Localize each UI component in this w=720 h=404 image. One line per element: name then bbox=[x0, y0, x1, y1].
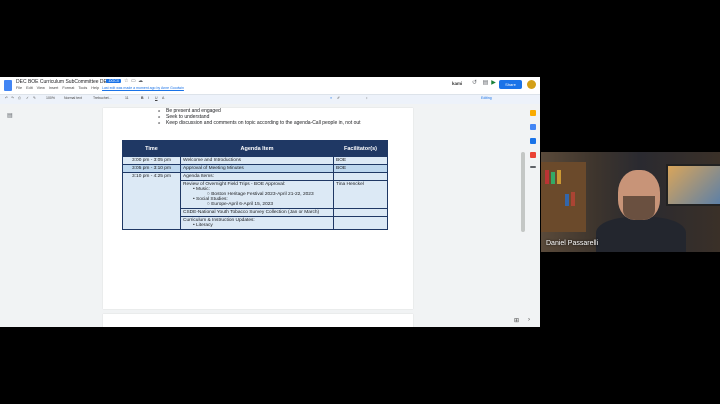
menu-format[interactable]: Format bbox=[62, 86, 74, 90]
bookshelf bbox=[541, 162, 586, 232]
line-spacing-icon[interactable]: ↕ bbox=[366, 96, 368, 100]
side-panel bbox=[530, 110, 538, 176]
book bbox=[551, 172, 555, 184]
menu-tools[interactable]: Tools bbox=[78, 86, 87, 90]
spellcheck-icon[interactable]: ✓ bbox=[26, 96, 29, 100]
paint-format-icon[interactable]: ✎ bbox=[33, 96, 36, 100]
title-bar: DEC BOE Curriculum SubCommittee DEC... .… bbox=[0, 77, 540, 94]
underline-button[interactable]: U bbox=[155, 96, 158, 100]
participant-name: Daniel Passarelli bbox=[546, 240, 599, 247]
vertical-scrollbar[interactable] bbox=[521, 152, 525, 232]
menu-view[interactable]: View bbox=[37, 86, 45, 90]
agenda-cell[interactable]: CSDE-National Youth Tobacco Survey Colle… bbox=[180, 208, 334, 217]
align-icon[interactable]: ≡ bbox=[330, 96, 332, 100]
undo-icon[interactable]: ↶ bbox=[5, 96, 8, 100]
redo-icon[interactable]: ↷ bbox=[11, 96, 14, 100]
bold-button[interactable]: B bbox=[141, 96, 144, 100]
book bbox=[545, 170, 549, 184]
agenda-cell[interactable]: Agenda Items: bbox=[180, 172, 334, 181]
style-select[interactable]: Normal text bbox=[64, 96, 82, 100]
book bbox=[571, 192, 575, 206]
meet-icon[interactable]: ▶ bbox=[490, 80, 497, 87]
facilitator-cell[interactable]: BOE bbox=[333, 164, 388, 173]
move-folder-icon[interactable]: ▭ bbox=[131, 78, 136, 84]
table-row: 3:00 pm - 3:05 pm Welcome and Introducti… bbox=[122, 156, 388, 165]
header-time: Time bbox=[122, 140, 181, 157]
share-button[interactable]: Share bbox=[499, 80, 522, 89]
menu-file[interactable]: File bbox=[16, 86, 22, 90]
editing-mode-select[interactable]: Editing bbox=[481, 96, 492, 100]
comment-icon[interactable]: ▤ bbox=[482, 80, 489, 87]
agenda-cell-field-trips[interactable]: Review of Overnight Field Trips - BOE Ap… bbox=[180, 180, 334, 209]
docx-badge: .DOCX bbox=[106, 79, 122, 83]
header-facilitator: Facilitator(s) bbox=[333, 140, 388, 157]
facilitator-cell[interactable] bbox=[333, 216, 388, 230]
cloud-status-icon[interactable]: ☁ bbox=[138, 78, 143, 84]
person-beard bbox=[623, 196, 655, 220]
last-edit-link[interactable]: Last edit was made a moment ago by Anne … bbox=[102, 86, 184, 90]
document-page[interactable]: Be present and engaged Seek to understan… bbox=[103, 108, 413, 309]
agenda-cell[interactable]: Approval of Meeting Minutes bbox=[180, 164, 334, 173]
time-cell[interactable]: 3:05 pm - 3:10 pm bbox=[122, 164, 181, 173]
star-icon[interactable]: ☆ bbox=[124, 78, 128, 84]
zoom-select[interactable]: 100% bbox=[46, 96, 55, 100]
font-select[interactable]: Trebuchet... bbox=[93, 96, 112, 100]
menu-edit[interactable]: Edit bbox=[26, 86, 33, 90]
curriculum-item-text: Literacy bbox=[196, 223, 213, 228]
menu-insert[interactable]: Insert bbox=[49, 86, 59, 90]
account-avatar[interactable] bbox=[527, 80, 536, 89]
document-outline-icon[interactable]: ▤ bbox=[7, 112, 13, 119]
kami-extension[interactable]: kami bbox=[452, 81, 462, 86]
facilitator-cell[interactable]: Tina Henckel bbox=[333, 180, 388, 209]
facilitator-cell[interactable] bbox=[333, 172, 388, 181]
list-item: Keep discussion and comments on topic ac… bbox=[158, 120, 361, 126]
formatting-toolbar: ↶ ↷ ⎙ ✓ ✎ 100% Normal text Trebuchet... … bbox=[0, 94, 540, 104]
highlight-icon[interactable]: ✐ bbox=[337, 96, 340, 100]
docs-logo-icon[interactable] bbox=[4, 80, 12, 91]
add-on-icon[interactable] bbox=[530, 166, 536, 168]
curriculum-item: • Literacy bbox=[193, 223, 213, 228]
contacts-icon[interactable] bbox=[530, 138, 536, 144]
text-color-icon[interactable]: A bbox=[162, 96, 164, 100]
menu-help[interactable]: Help bbox=[91, 86, 99, 90]
agenda-cell-curriculum[interactable]: Curriculum & Instruction Updates: • Lite… bbox=[180, 216, 334, 230]
maps-icon[interactable] bbox=[530, 152, 536, 158]
font-size-input[interactable]: 11 bbox=[125, 96, 129, 100]
next-page[interactable] bbox=[103, 314, 413, 327]
menu-bar: File Edit View Insert Format Tools Help bbox=[16, 86, 99, 90]
table-header-row: Time Agenda Item Facilitator(s) bbox=[122, 140, 388, 157]
table-row: 3:10 pm - 4:25 pm Agenda Items: bbox=[122, 172, 388, 230]
keep-icon[interactable] bbox=[530, 110, 536, 116]
facilitator-cell[interactable]: BOE bbox=[333, 156, 388, 165]
time-cell[interactable]: 3:00 pm - 3:05 pm bbox=[122, 156, 181, 165]
norms-list: Be present and engaged Seek to understan… bbox=[158, 108, 361, 126]
italic-button[interactable]: I bbox=[148, 96, 149, 100]
agenda-cell[interactable]: Welcome and Introductions bbox=[180, 156, 334, 165]
table-row: 3:05 pm - 3:10 pm Approval of Meeting Mi… bbox=[122, 164, 388, 173]
tasks-icon[interactable] bbox=[530, 124, 536, 130]
book bbox=[565, 194, 569, 206]
person-body bbox=[596, 217, 686, 252]
explore-icon[interactable]: ⊞ bbox=[514, 317, 519, 324]
document-title[interactable]: DEC BOE Curriculum SubCommittee DEC... bbox=[16, 79, 115, 85]
time-cell[interactable]: 3:10 pm - 4:25 pm bbox=[122, 172, 181, 230]
history-icon[interactable]: ↺ bbox=[471, 80, 478, 87]
book bbox=[557, 170, 561, 184]
wall-picture bbox=[666, 164, 720, 206]
webcam-video: Daniel Passarelli bbox=[541, 152, 720, 252]
docs-window: DEC BOE Curriculum SubCommittee DEC... .… bbox=[0, 77, 540, 327]
facilitator-cell[interactable] bbox=[333, 208, 388, 217]
social-item-text: Europe-April 6-April 15, 2023 bbox=[211, 202, 274, 207]
social-item: ○ Europe-April 6-April 15, 2023 bbox=[207, 202, 274, 207]
print-icon[interactable]: ⎙ bbox=[18, 96, 21, 100]
agenda-table: Time Agenda Item Facilitator(s) 3:00 pm … bbox=[122, 140, 388, 230]
header-agenda-item: Agenda Item bbox=[180, 140, 334, 157]
collapse-panel-icon[interactable]: › bbox=[528, 317, 530, 323]
